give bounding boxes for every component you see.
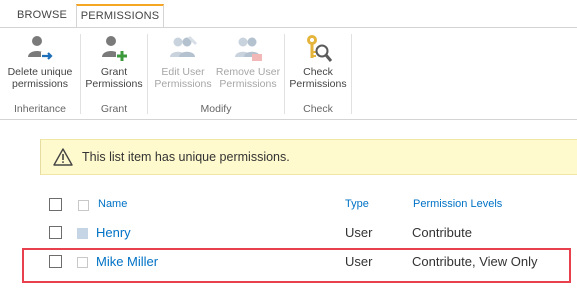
check-line1: Check xyxy=(303,66,333,78)
ribbon-group-check: Check Permissions Check xyxy=(285,28,351,120)
grant-line1: Grant xyxy=(100,66,128,78)
row-name-link[interactable]: Henry xyxy=(96,225,131,240)
row-type: User xyxy=(345,225,373,240)
edit-user-line2: Permissions xyxy=(154,78,212,90)
remove-user-line1: Remove User xyxy=(215,66,281,78)
delete-unique-permissions-button[interactable]: Delete unique permissions xyxy=(4,32,76,90)
column-header-name[interactable]: Name xyxy=(98,198,127,210)
remove-user-permissions-button[interactable]: Remove User Permissions xyxy=(214,32,282,90)
ribbon-group-grant: Grant Permissions Grant xyxy=(81,28,147,120)
ribbon-group-modify: Edit User Permissions Remove User Permis… xyxy=(148,28,284,120)
edit-user-permissions-button[interactable]: Edit User Permissions xyxy=(152,32,214,90)
ribbon-group-inheritance: Delete unique permissions Inheritance xyxy=(0,28,80,120)
ribbon-group-label-modify: Modify xyxy=(200,103,232,115)
row-name-text[interactable]: Henry xyxy=(96,225,131,240)
highlight-annotation-box xyxy=(22,248,571,283)
ribbon: Delete unique permissions Inheritance Gr… xyxy=(0,28,577,120)
delete-unique-line1: Delete unique xyxy=(7,66,73,78)
remove-user-permissions-icon xyxy=(235,37,262,61)
ribbon-tab-bar: BROWSE PERMISSIONS xyxy=(0,0,577,29)
grant-permissions-button[interactable]: Grant Permissions xyxy=(83,32,145,90)
column-header-type[interactable]: Type xyxy=(345,198,369,210)
unique-permissions-notice: This list item has unique permissions. xyxy=(40,139,577,175)
ribbon-separator xyxy=(351,34,352,114)
warning-icon xyxy=(53,148,73,166)
edit-user-line1: Edit User xyxy=(161,66,205,78)
user-icon xyxy=(77,228,88,239)
ribbon-group-label-grant: Grant xyxy=(100,103,128,115)
delete-permissions-icon xyxy=(28,36,53,60)
check-permissions-button[interactable]: Check Permissions xyxy=(288,32,348,90)
column-header-permission-levels[interactable]: Permission Levels xyxy=(413,198,502,210)
notice-text: This list item has unique permissions. xyxy=(82,150,290,164)
edit-user-permissions-icon xyxy=(170,35,198,57)
check-permissions-icon xyxy=(307,35,333,62)
ribbon-divider xyxy=(0,119,577,120)
ribbon-group-label-check: Check xyxy=(303,103,333,115)
row-permission-levels: Contribute xyxy=(412,225,472,240)
delete-unique-line2: permissions xyxy=(11,78,69,90)
header-row-icon xyxy=(78,200,89,211)
tab-permissions[interactable]: PERMISSIONS xyxy=(76,4,164,29)
select-all-checkbox[interactable] xyxy=(49,198,62,211)
ribbon-group-label-inheritance: Inheritance xyxy=(14,103,66,115)
check-line2: Permissions xyxy=(289,78,347,90)
remove-user-line2: Permissions xyxy=(219,78,277,90)
grant-permissions-icon xyxy=(102,36,128,62)
row-checkbox[interactable] xyxy=(49,226,62,239)
grant-line2: Permissions xyxy=(85,78,143,90)
tab-browse[interactable]: BROWSE xyxy=(10,4,74,28)
